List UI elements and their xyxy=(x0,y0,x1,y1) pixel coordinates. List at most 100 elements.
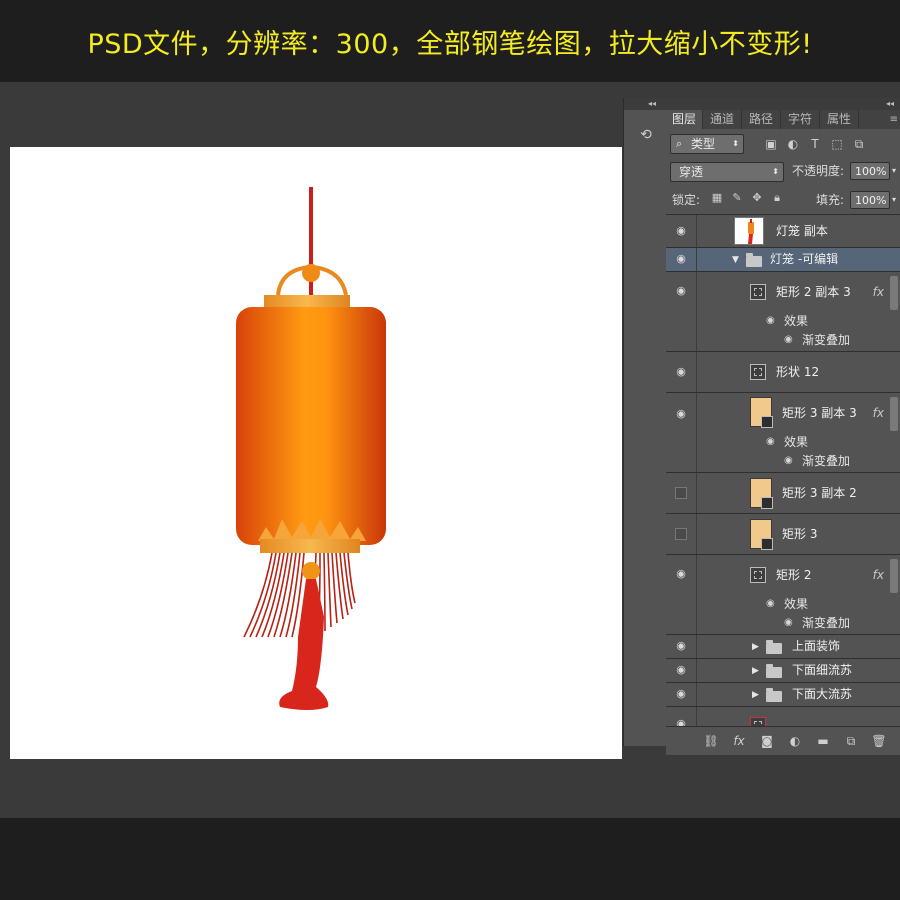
fx-icon[interactable]: fx xyxy=(730,733,748,749)
lock-move-icon[interactable]: ✥ xyxy=(750,191,764,205)
layer-row[interactable]: ◉ 形状 12 xyxy=(666,352,900,393)
layer-group-row[interactable]: ◉ ▶ 上面装饰 xyxy=(666,635,900,659)
effects-scroll-handle[interactable] xyxy=(890,397,898,431)
filter-kind-label: 类型 xyxy=(691,137,716,151)
fill-dropdown-icon[interactable]: ▾ xyxy=(892,191,896,209)
tassel-knot xyxy=(302,562,320,580)
layer-row[interactable]: ◉ 矩形 2 fx ◉ 效果 ◉ 渐变叠加 xyxy=(666,555,900,635)
layer-group-row[interactable]: ◉ ▼ 灯笼 -可编辑 xyxy=(666,248,900,272)
lantern-body xyxy=(236,307,386,545)
fill-field[interactable]: 100% xyxy=(850,191,890,209)
lock-all-icon[interactable]: 🔒︎ xyxy=(770,191,784,205)
eye-icon[interactable]: ◉ xyxy=(784,616,793,630)
opacity-dropdown-icon[interactable]: ▾ xyxy=(892,162,896,180)
image-filter-icon[interactable]: ▣ xyxy=(764,137,778,151)
blend-mode-select[interactable]: 穿透 ⬍ xyxy=(670,162,784,182)
select-arrows-icon: ⬍ xyxy=(732,139,739,148)
effects-scroll-handle[interactable] xyxy=(890,276,898,310)
collapse-right-icon[interactable]: ◂◂ xyxy=(886,98,894,110)
fx-icon[interactable]: fx xyxy=(873,284,884,300)
new-layer-icon[interactable]: ⧉ xyxy=(842,733,860,749)
eye-icon: ◉ xyxy=(676,567,686,580)
visibility-toggle[interactable]: ◉ xyxy=(666,352,697,392)
eye-icon: ◉ xyxy=(676,365,686,378)
layer-name: 灯笼 副本 xyxy=(776,224,828,238)
thin-fringe xyxy=(243,552,356,638)
eye-icon: ◉ xyxy=(676,284,686,297)
tab-channels[interactable]: 通道 xyxy=(703,110,742,129)
eye-icon: ◉ xyxy=(676,687,686,700)
layer-row[interactable]: ◉ 灯笼 副本 xyxy=(666,215,900,248)
blend-row: 穿透 ⬍ 不透明度: 100% ▾ xyxy=(666,158,900,186)
expand-arrow-icon[interactable]: ▶ xyxy=(752,689,759,701)
visibility-toggle[interactable] xyxy=(666,514,697,554)
layer-row-partial[interactable]: ◉ xyxy=(666,707,900,727)
layers-panel: ◂◂ ◂◂ 图层 通道 路径 字符 属性 ≡ ⌕ 类型 ⬍ ▣ ◐ T ⬚ ⧉ … xyxy=(648,98,900,755)
folder-icon xyxy=(766,688,782,702)
add-mask-icon[interactable]: ◙ xyxy=(758,733,776,749)
visibility-toggle[interactable]: ◉ xyxy=(666,393,697,472)
lock-paint-icon[interactable]: ✎ xyxy=(730,191,744,205)
fx-icon[interactable]: fx xyxy=(873,567,884,583)
banner-text: PSD文件，分辨率：300，全部钢笔绘图，拉大缩小不变形! xyxy=(87,29,813,60)
visibility-toggle[interactable]: ◉ xyxy=(666,215,697,247)
layer-group-row[interactable]: ◉ ▶ 下面大流苏 xyxy=(666,683,900,707)
layer-row[interactable]: 矩形 3 xyxy=(666,514,900,555)
lock-transparent-icon[interactable]: ▦ xyxy=(710,191,724,205)
layer-row[interactable]: 矩形 3 副本 2 xyxy=(666,473,900,514)
new-group-icon[interactable]: ▬ xyxy=(814,733,832,749)
visibility-toggle[interactable]: ◉ xyxy=(666,272,697,351)
panel-menu-icon[interactable]: ≡ xyxy=(890,110,898,129)
blend-mode-value: 穿透 xyxy=(679,165,704,179)
effects-label: 效果 xyxy=(784,314,809,328)
rect-thumbnail-icon xyxy=(750,478,773,509)
search-icon: ⌕ xyxy=(676,137,683,150)
effect-name: 渐变叠加 xyxy=(802,616,851,630)
tab-layers[interactable]: 图层 xyxy=(666,110,703,129)
fx-icon[interactable]: fx xyxy=(873,405,884,421)
eye-icon[interactable]: ◉ xyxy=(766,435,775,449)
delete-layer-icon[interactable]: 🗑︎ xyxy=(870,733,888,749)
handle-knob xyxy=(302,264,320,282)
main-tassel xyxy=(279,579,329,710)
tab-paths[interactable]: 路径 xyxy=(742,110,781,129)
collapse-left-icon[interactable]: ◂◂ xyxy=(648,98,656,110)
visibility-toggle[interactable]: ◉ xyxy=(666,707,697,727)
opacity-field[interactable]: 100% xyxy=(850,162,890,180)
visibility-toggle[interactable]: ◉ xyxy=(666,683,697,706)
smart-object-filter-icon[interactable]: ⧉ xyxy=(852,137,866,151)
layer-name: 矩形 2 副本 3 xyxy=(776,285,851,299)
layer-name: 形状 12 xyxy=(776,365,820,379)
visibility-toggle[interactable]: ◉ xyxy=(666,555,697,634)
expand-arrow-icon[interactable]: ▶ xyxy=(752,665,759,677)
visibility-toggle[interactable]: ◉ xyxy=(666,248,697,271)
filter-kind-select[interactable]: ⌕ 类型 ⬍ xyxy=(670,134,744,154)
eye-icon[interactable]: ◉ xyxy=(784,454,793,468)
tab-properties[interactable]: 属性 xyxy=(820,110,859,129)
visibility-toggle[interactable]: ◉ xyxy=(666,635,697,658)
layer-name: 下面细流苏 xyxy=(792,663,853,677)
eye-icon[interactable]: ◉ xyxy=(766,314,775,328)
history-icon[interactable]: ⟲ xyxy=(634,124,658,146)
eye-icon[interactable]: ◉ xyxy=(766,597,775,611)
eye-icon: ◉ xyxy=(676,639,686,652)
eye-icon: ◉ xyxy=(676,224,686,237)
layer-group-row[interactable]: ◉ ▶ 下面细流苏 xyxy=(666,659,900,683)
adjustment-layer-icon[interactable]: ◐ xyxy=(786,733,804,749)
expand-arrow-icon[interactable]: ▶ xyxy=(752,641,759,653)
tab-character[interactable]: 字符 xyxy=(781,110,820,129)
layer-thumbnail xyxy=(734,217,764,245)
effects-label: 效果 xyxy=(784,435,809,449)
visibility-toggle[interactable] xyxy=(666,473,697,513)
eye-icon[interactable]: ◉ xyxy=(784,333,793,347)
document-canvas[interactable] xyxy=(10,147,622,759)
type-filter-icon[interactable]: T xyxy=(808,137,822,151)
shape-filter-icon[interactable]: ⬚ xyxy=(830,137,844,151)
visibility-toggle[interactable]: ◉ xyxy=(666,659,697,682)
layer-row[interactable]: ◉ 矩形 2 副本 3 fx ◉ 效果 ◉ 渐变叠加 xyxy=(666,272,900,352)
adjustment-filter-icon[interactable]: ◐ xyxy=(786,137,800,151)
link-layers-icon[interactable]: ⛓ xyxy=(702,733,720,749)
expand-arrow-icon[interactable]: ▼ xyxy=(732,254,739,266)
effects-scroll-handle[interactable] xyxy=(890,559,898,593)
layer-row[interactable]: ◉ 矩形 3 副本 3 fx ◉ 效果 ◉ 渐变叠加 xyxy=(666,393,900,473)
